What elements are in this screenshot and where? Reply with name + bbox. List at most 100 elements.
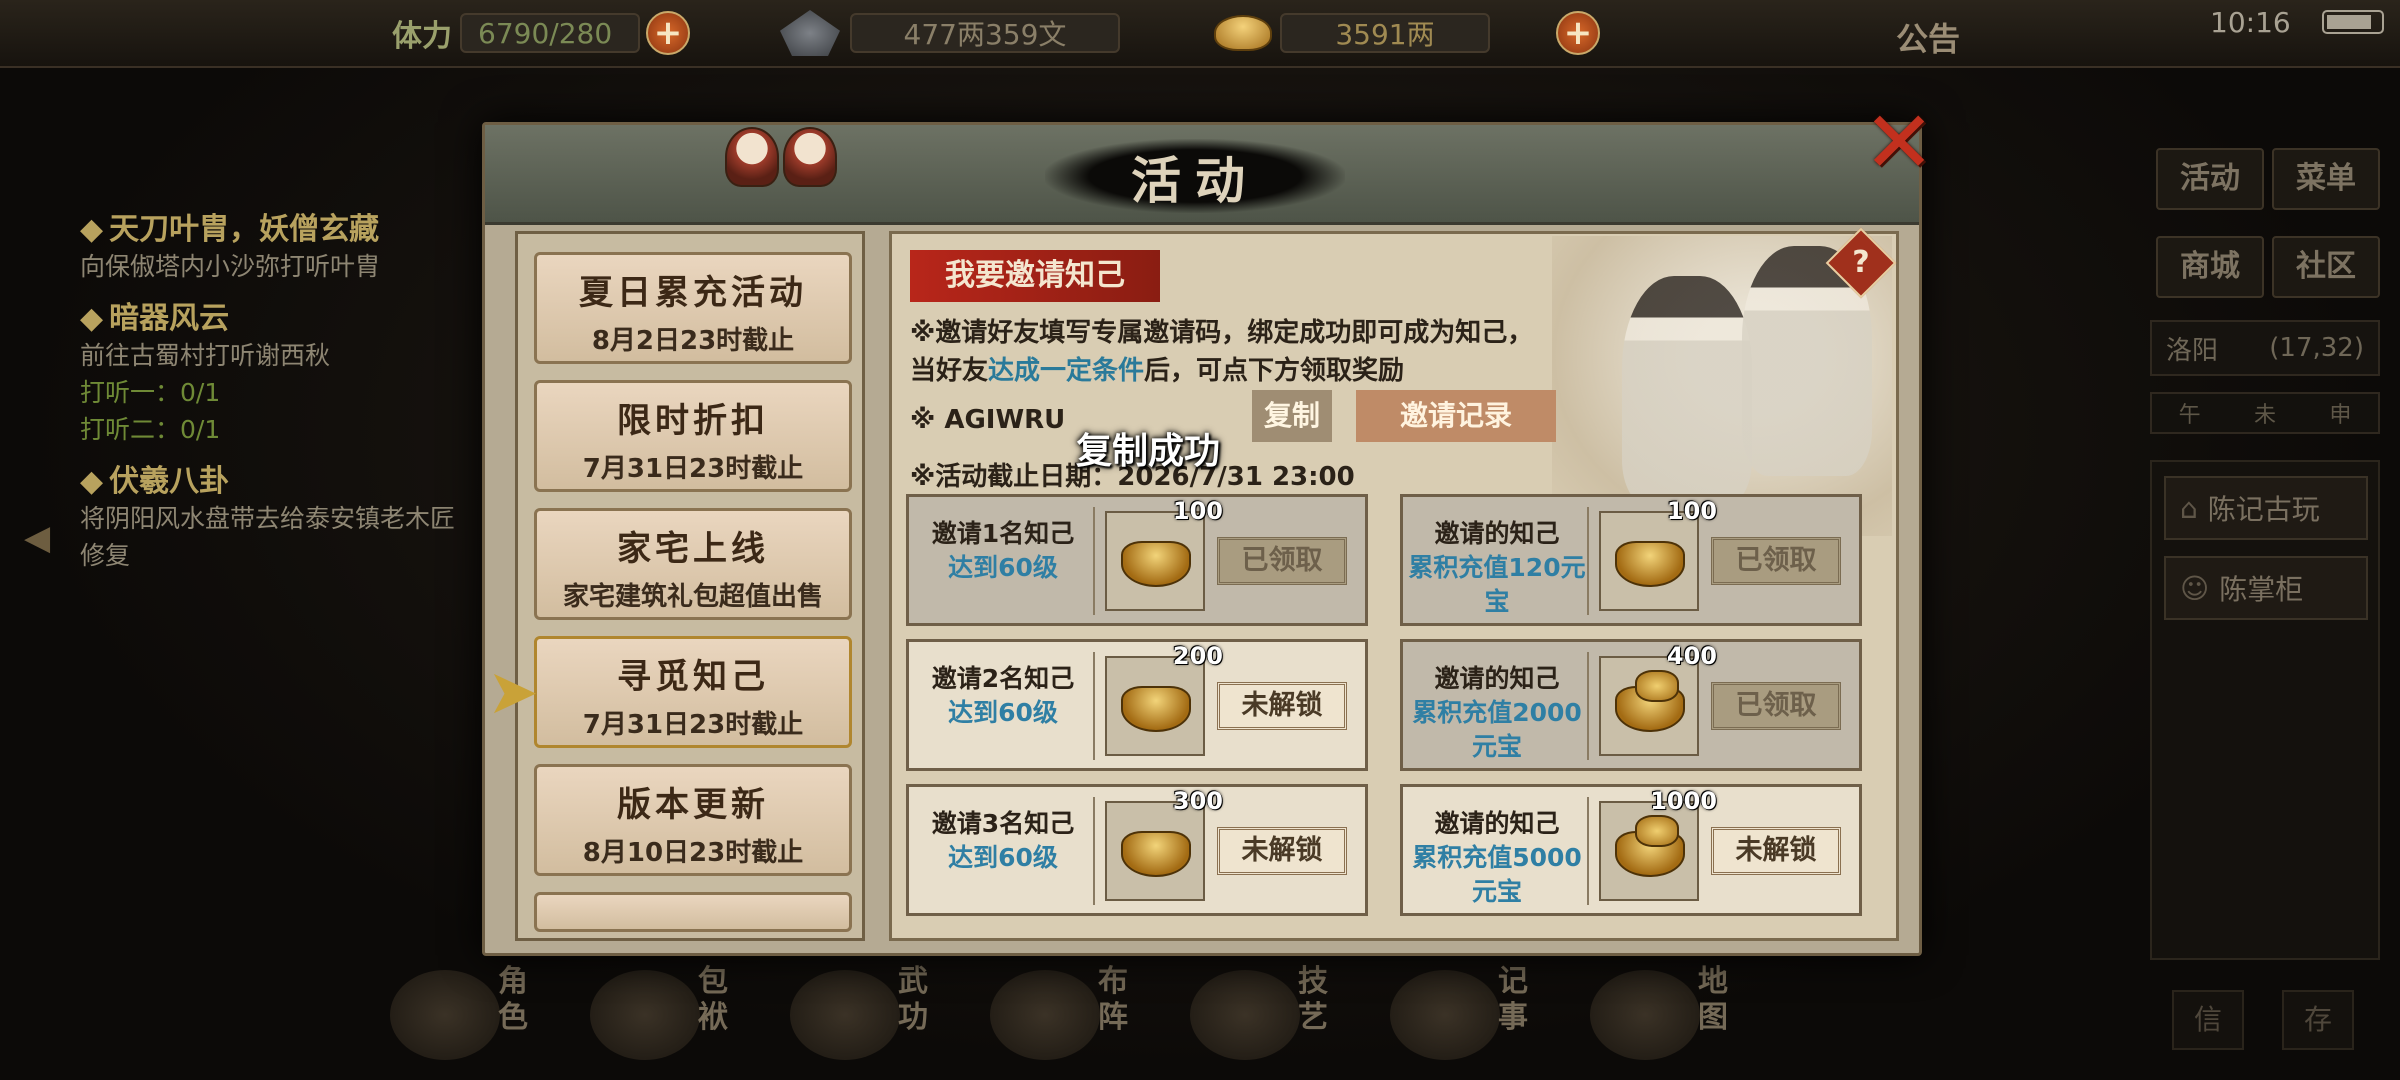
quest-title[interactable]: ◆ 伏羲八卦 bbox=[80, 456, 460, 500]
gold-ingot-icon bbox=[1214, 15, 1272, 51]
time-of-day-bar: 午 未 申 bbox=[2150, 392, 2380, 434]
quest-description: 将阴阳风水盘带去给泰安镇老木匠修复 bbox=[80, 504, 456, 570]
teapot-icon bbox=[1190, 970, 1300, 1060]
silver-icon bbox=[780, 10, 840, 56]
activity-button[interactable]: 活动 bbox=[2156, 148, 2264, 210]
condition-link[interactable]: 达成一定条件 bbox=[988, 356, 1144, 386]
claim-button[interactable]: 已领取 bbox=[1711, 682, 1841, 730]
reward-item[interactable]: 1000 bbox=[1599, 787, 1717, 901]
reward-card: 邀请3名知己 达到60级 300 未解锁 bbox=[906, 784, 1368, 916]
close-button[interactable]: ✕ bbox=[1861, 100, 1937, 186]
reward-item[interactable]: 300 bbox=[1105, 787, 1223, 901]
mail-button[interactable]: 信 bbox=[2172, 990, 2244, 1050]
time-slot: 午 bbox=[2178, 403, 2201, 428]
collapse-left-icon[interactable]: ◀ bbox=[24, 518, 68, 562]
claim-button[interactable]: 未解锁 bbox=[1711, 827, 1841, 875]
event-item[interactable]: 夏日累充活动 8月2日23时截止 bbox=[534, 252, 852, 364]
reward-item[interactable]: 100 bbox=[1599, 497, 1717, 611]
gold-ingot-icon bbox=[1121, 686, 1191, 732]
invite-banner: 我要邀请知己 bbox=[910, 250, 1160, 302]
copy-button[interactable]: 复制 bbox=[1252, 390, 1332, 442]
hero-figure bbox=[1622, 276, 1752, 506]
claim-button[interactable]: 已领取 bbox=[1711, 537, 1841, 585]
reward-card: 邀请的知己 累积充值5000元宝 1000 未解锁 bbox=[1400, 784, 1862, 916]
gold-value: 3591两 bbox=[1280, 13, 1490, 53]
announcement-button[interactable]: 公告 bbox=[1896, 14, 1960, 60]
add-gold-button[interactable]: + bbox=[1556, 11, 1600, 55]
invite-friend-panel: 我要邀请知己 ? ※邀请好友填写专属邀请码，绑定成功即可成为知己，当好友达成一定… bbox=[889, 227, 1899, 941]
community-button[interactable]: 社区 bbox=[2272, 236, 2380, 298]
claim-button[interactable]: 未解锁 bbox=[1217, 827, 1347, 875]
storage-button[interactable]: 存 bbox=[2282, 990, 2354, 1050]
selection-pointer-icon: ➤ bbox=[487, 655, 539, 728]
location-display[interactable]: 洛阳 (17,32) bbox=[2150, 320, 2380, 376]
quest-description: 向保俶塔内小沙弥打听叶胄 bbox=[80, 252, 381, 281]
nav-map[interactable]: 地图 bbox=[1580, 958, 1770, 1068]
invite-code: ※ AGIWRU bbox=[910, 405, 1066, 435]
modal-title: 活动 bbox=[1131, 152, 1259, 210]
gold-ingot-icon bbox=[1121, 831, 1191, 877]
silver-value: 477两359文 bbox=[850, 13, 1120, 53]
event-item-partial[interactable] bbox=[534, 892, 852, 932]
modal-header: 活动 bbox=[485, 125, 1919, 225]
time-slot: 申 bbox=[2329, 403, 2352, 428]
nav-skills[interactable]: 技艺 bbox=[1180, 958, 1370, 1068]
copy-success-toast: 复制成功 bbox=[1076, 431, 1221, 472]
reward-card: 邀请1名知己 达到60级 100 已领取 bbox=[906, 494, 1368, 626]
nav-character[interactable]: 角色 bbox=[380, 958, 570, 1068]
stamina-label: 体力 bbox=[392, 19, 452, 54]
quest-tracker[interactable]: ◆ 天刀叶胄，妖僧玄藏 向保俶塔内小沙弥打听叶胄 ◆ 暗器风云 前往古蜀村打听谢西秋… bbox=[80, 196, 460, 574]
character-icon bbox=[390, 970, 500, 1060]
stamina-resource: 体力 6790/280 + bbox=[392, 10, 690, 56]
event-item[interactable]: 版本更新 8月10日23时截止 bbox=[534, 764, 852, 876]
claim-button[interactable]: 未解锁 bbox=[1217, 682, 1347, 730]
gold-ingot-stack-icon bbox=[1615, 670, 1685, 732]
location-coords: (17,32) bbox=[2269, 333, 2364, 363]
top-resource-bar: 体力 6790/280 + 477两359文 3591两 + 公告 10:16 bbox=[0, 0, 2400, 68]
invite-record-button[interactable]: 邀请记录 bbox=[1356, 390, 1556, 442]
nav-martial-arts[interactable]: 武功 bbox=[780, 958, 970, 1068]
nav-journal[interactable]: 记事 bbox=[1380, 958, 1570, 1068]
bag-icon bbox=[590, 970, 700, 1060]
books-icon bbox=[790, 970, 900, 1060]
clock: 10:16 bbox=[2210, 6, 2291, 39]
event-item[interactable]: 家宅上线 家宅建筑礼包超值出售 bbox=[534, 508, 852, 620]
event-item[interactable]: 限时折扣 7月31日23时截止 bbox=[534, 380, 852, 492]
bagua-icon bbox=[990, 970, 1100, 1060]
reward-card: 邀请的知己 累积充值2000元宝 400 已领取 bbox=[1400, 639, 1862, 771]
event-list[interactable]: 夏日累充活动 8月2日23时截止 限时折扣 7月31日23时截止 家宅上线 家宅… bbox=[515, 231, 865, 941]
scroll-icon bbox=[1390, 970, 1500, 1060]
add-stamina-button[interactable]: + bbox=[646, 11, 690, 55]
mascot-icon bbox=[783, 127, 837, 187]
location-name: 洛阳 bbox=[2166, 335, 2219, 366]
gold-ingot-stack-icon bbox=[1615, 815, 1685, 877]
mascot-icon bbox=[725, 127, 779, 187]
nav-inventory[interactable]: 包袱 bbox=[580, 958, 770, 1068]
reward-card: 邀请的知己 累积充值120元宝 100 已领取 bbox=[1400, 494, 1862, 626]
gold-resource: 3591两 + bbox=[1214, 10, 1600, 56]
time-slot: 未 bbox=[2253, 403, 2276, 428]
stamina-value: 6790/280 bbox=[460, 13, 640, 53]
claim-button[interactable]: 已领取 bbox=[1217, 537, 1347, 585]
shop-icon: ⌂ bbox=[2180, 491, 2198, 525]
reward-item[interactable]: 200 bbox=[1105, 642, 1223, 756]
npc-name: 陈掌柜 bbox=[2219, 573, 2304, 606]
npc-item[interactable]: ⌂ 陈记古玩 bbox=[2164, 476, 2368, 540]
npc-item[interactable]: ☺ 陈掌柜 bbox=[2164, 556, 2368, 620]
reward-item[interactable]: 100 bbox=[1105, 497, 1223, 611]
question-icon: ? bbox=[1852, 245, 1870, 280]
event-item-selected[interactable]: 寻觅知己 7月31日23时截止 bbox=[534, 636, 852, 748]
nav-formation[interactable]: 布阵 bbox=[980, 958, 1170, 1068]
person-icon: ☺ bbox=[2180, 571, 2210, 605]
battery-icon bbox=[2322, 10, 2384, 34]
activity-modal: 活动 ✕ 夏日累充活动 8月2日23时截止 限时折扣 7月31日23时截止 家宅… bbox=[482, 100, 1935, 956]
menu-button[interactable]: 菜单 bbox=[2272, 148, 2380, 210]
quest-title[interactable]: ◆ 暗器风云 bbox=[80, 293, 460, 337]
invite-description: ※邀请好友填写专属邀请码，绑定成功即可成为知己，当好友达成一定条件后，可点下方领… bbox=[910, 318, 1534, 386]
reward-item[interactable]: 400 bbox=[1599, 642, 1717, 756]
invite-code-row: ※ AGIWRU bbox=[910, 394, 1065, 446]
shop-button[interactable]: 商城 bbox=[2156, 236, 2264, 298]
bottom-navigation: 角色 包袱 武功 布阵 技艺 记事 地图 bbox=[380, 958, 1780, 1080]
quest-title[interactable]: ◆ 天刀叶胄，妖僧玄藏 bbox=[80, 204, 460, 248]
gold-ingot-icon bbox=[1615, 541, 1685, 587]
